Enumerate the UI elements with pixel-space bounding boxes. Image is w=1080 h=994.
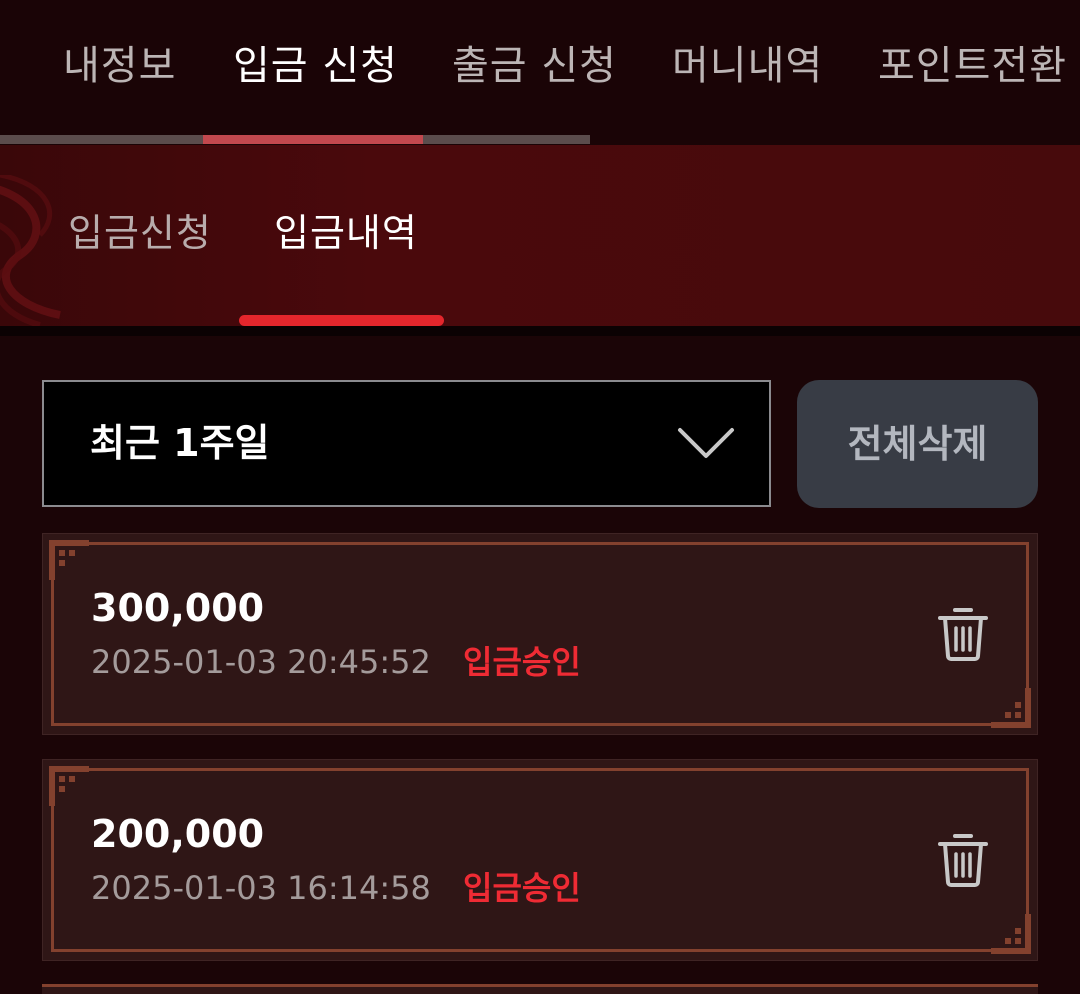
corner-ornament-icon <box>991 688 1031 728</box>
deposit-status: 입금승인 <box>463 869 581 907</box>
card-frame <box>51 768 1029 952</box>
deposit-list-item: 200,000 2025-01-03 16:14:58 입금승인 <box>42 759 1038 961</box>
subtab-deposit-history[interactable]: 입금내역 <box>274 208 418 258</box>
top-nav: 내정보 입금 신청 출금 신청 머니내역 포인트전환 <box>0 0 1080 145</box>
corner-ornament-icon <box>49 540 89 580</box>
deposit-list-item: 300,000 2025-01-03 20:45:52 입금승인 <box>42 533 1038 735</box>
tab-deposit-request[interactable]: 입금 신청 <box>233 38 398 94</box>
corner-ornament-icon <box>991 914 1031 954</box>
deposit-datetime: 2025-01-03 16:14:58 <box>91 869 431 907</box>
period-select[interactable]: 최근 1주일 <box>42 380 771 507</box>
subtab-active-indicator <box>239 315 444 326</box>
delete-all-button[interactable]: 전체삭제 <box>797 380 1038 508</box>
deposit-amount: 200,000 <box>91 812 265 856</box>
nav-active-indicator <box>203 135 423 144</box>
chevron-down-icon <box>678 428 734 458</box>
tab-my-info[interactable]: 내정보 <box>63 38 176 94</box>
period-select-value: 최근 1주일 <box>90 421 270 465</box>
sub-header: 입금신청 입금내역 <box>0 145 1080 328</box>
deposit-status: 입금승인 <box>463 643 581 681</box>
corner-ornament-icon <box>49 766 89 806</box>
tab-point-exchange[interactable]: 포인트전환 <box>878 38 1067 94</box>
card-frame <box>51 542 1029 726</box>
tab-withdraw-request[interactable]: 출금 신청 <box>452 38 617 94</box>
deposit-list-item-partial <box>42 984 1038 994</box>
deposit-amount: 300,000 <box>91 586 265 630</box>
deposit-datetime: 2025-01-03 20:45:52 <box>91 643 431 681</box>
trash-icon[interactable] <box>937 832 989 888</box>
tab-money-history[interactable]: 머니내역 <box>672 38 823 94</box>
subtab-deposit-request[interactable]: 입금신청 <box>68 208 212 258</box>
trash-icon[interactable] <box>937 606 989 662</box>
divider <box>0 326 1080 336</box>
